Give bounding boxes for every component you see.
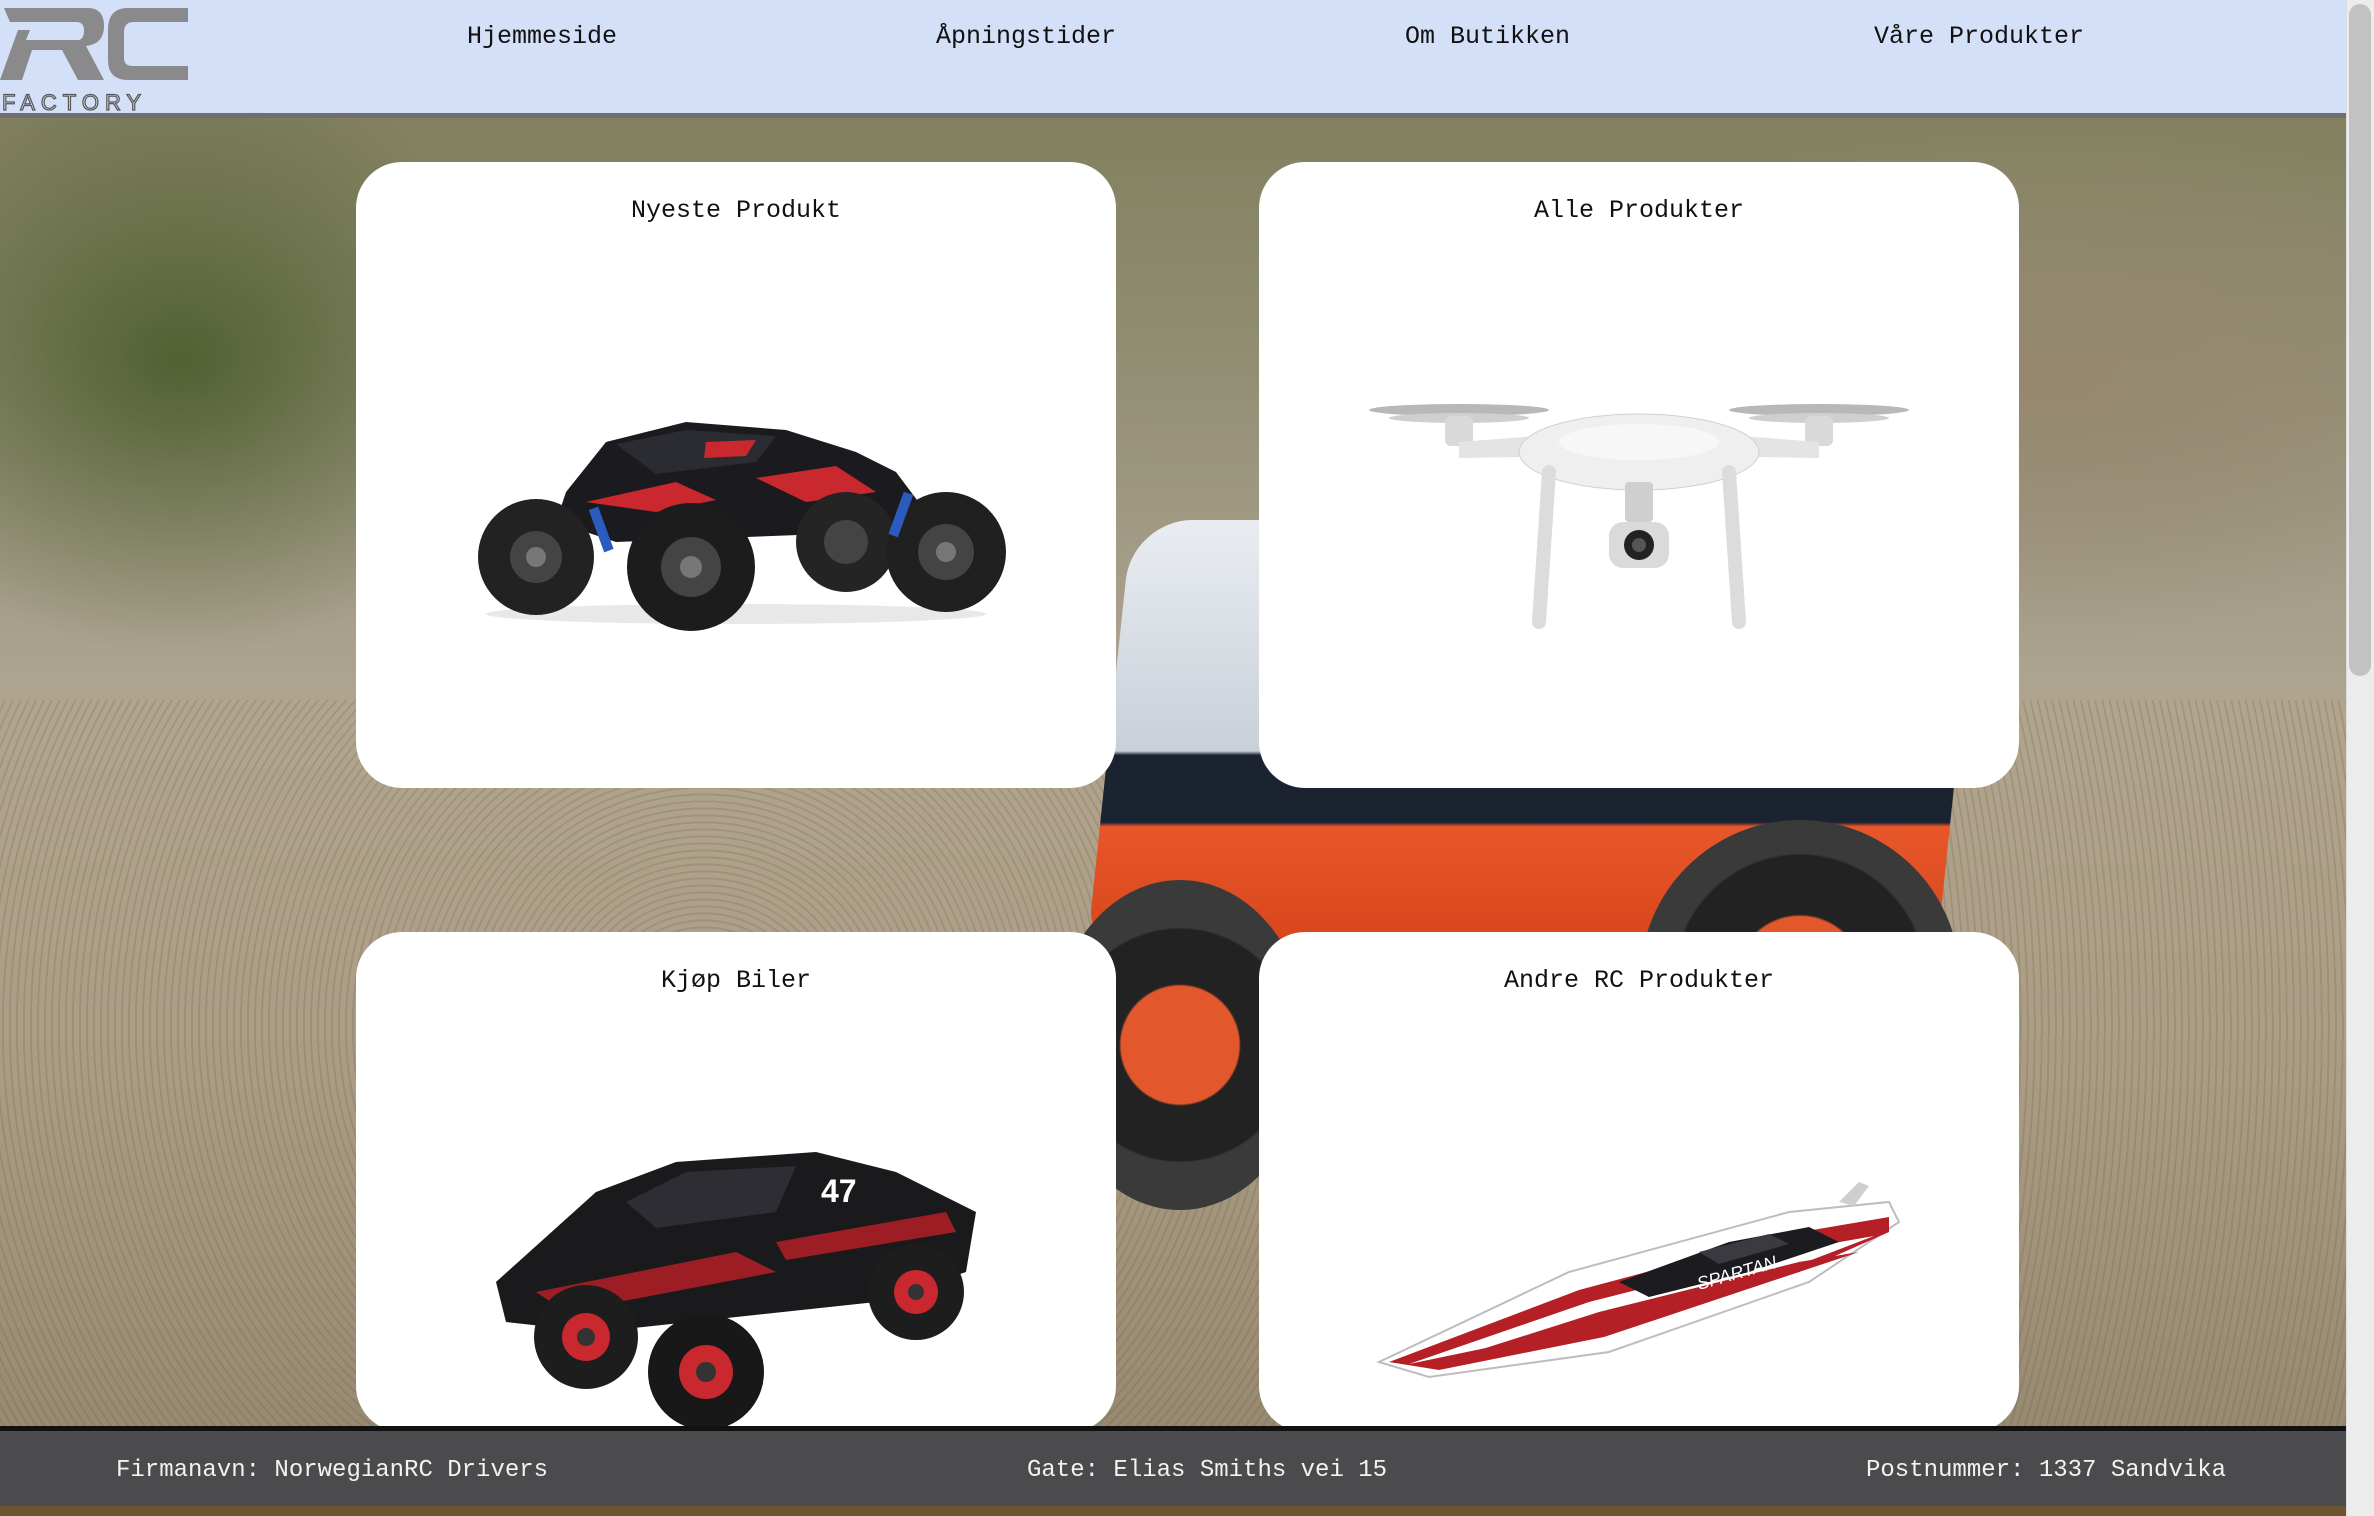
card-nyeste-produkt[interactable]: Nyeste Produkt: [356, 162, 1116, 788]
card-kjop-biler[interactable]: Kjøp Biler 47: [356, 932, 1116, 1432]
top-header: FACTORY Hjemmeside Åpningstider Om Butik…: [0, 0, 2346, 118]
nav-om-butikken[interactable]: Om Butikken: [1405, 22, 1570, 51]
card-title: Nyeste Produkt: [630, 196, 842, 225]
monster-truck-image: [478, 422, 1006, 631]
scrollbar-thumb[interactable]: [2349, 4, 2371, 676]
svg-text:47: 47: [821, 1173, 857, 1209]
card-andre-rc-produkter[interactable]: Andre RC Produkter SPARTAN: [1259, 932, 2019, 1432]
card-title: Alle Produkter: [1533, 196, 1745, 225]
card-title: Kjøp Biler: [660, 966, 812, 995]
card-alle-produkter[interactable]: Alle Produkter: [1259, 162, 2019, 788]
speedboat-image: SPARTAN: [1376, 1182, 1901, 1379]
footer-company: Firmanavn: NorwegianRC Drivers: [116, 1457, 549, 1484]
site-footer: Firmanavn: NorwegianRC Drivers Gate: Eli…: [0, 1426, 2346, 1506]
nav-hjemmeside[interactable]: Hjemmeside: [467, 22, 617, 51]
rc-factory-logo[interactable]: FACTORY: [0, 0, 200, 116]
nav-apningstider[interactable]: Åpningstider: [936, 22, 1116, 51]
drone-image: [1369, 404, 1909, 629]
footer-street: Gate: Elias Smiths vei 15: [1027, 1457, 1388, 1484]
svg-text:FACTORY: FACTORY: [2, 90, 147, 115]
footer-postal: Postnummer: 1337 Sandvika: [1866, 1457, 2227, 1484]
nav-vare-produkter[interactable]: Våre Produkter: [1874, 22, 2084, 51]
page-bottom-edge: [0, 1506, 2346, 1516]
short-course-truck-image: 47: [496, 1152, 976, 1430]
card-title: Andre RC Produkter: [1503, 966, 1775, 995]
